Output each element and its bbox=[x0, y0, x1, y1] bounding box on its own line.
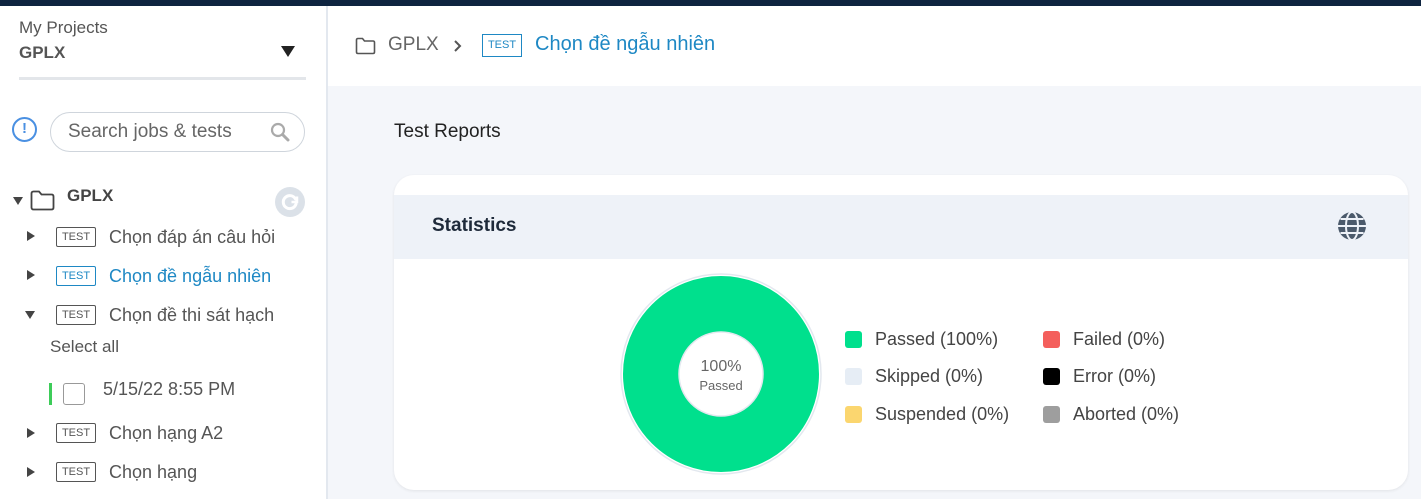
statistics-card: Statistics 100% Passed Passed (100%) Ski… bbox=[394, 175, 1408, 490]
info-icon[interactable]: ! bbox=[12, 117, 37, 142]
test-badge: TEST bbox=[56, 227, 96, 247]
refresh-icon[interactable] bbox=[275, 187, 305, 217]
legend-label: Skipped (0%) bbox=[875, 366, 984, 386]
folder-icon bbox=[30, 190, 55, 211]
chevron-right-icon bbox=[454, 40, 462, 52]
donut-center-label: Passed bbox=[699, 378, 743, 393]
tree-item-chon-hang[interactable]: Chọn hạng bbox=[109, 462, 197, 483]
card-header bbox=[394, 195, 1408, 259]
search-input[interactable] bbox=[68, 121, 268, 143]
breadcrumb-project[interactable]: GPLX bbox=[388, 34, 439, 56]
legend-label: Suspended (0%) bbox=[875, 404, 1010, 424]
project-selector-underline bbox=[19, 77, 306, 80]
legend-swatch bbox=[845, 331, 862, 348]
legend-swatch bbox=[845, 406, 862, 423]
search-box[interactable] bbox=[50, 112, 305, 152]
caret-down-icon[interactable] bbox=[281, 46, 295, 57]
tree-item-caret-down-icon[interactable] bbox=[25, 311, 35, 319]
legend-label: Failed (0%) bbox=[1073, 329, 1166, 349]
tree-item-caret-right-icon[interactable] bbox=[27, 428, 35, 438]
legend-swatch bbox=[1043, 331, 1060, 348]
legend-swatch bbox=[1043, 406, 1060, 423]
project-selector[interactable]: GPLX bbox=[19, 43, 65, 63]
tree-item-caret-right-icon[interactable] bbox=[27, 231, 35, 241]
run-checkbox[interactable] bbox=[63, 383, 85, 405]
tree-item-chon-hang-a2[interactable]: Chọn hạng A2 bbox=[109, 423, 223, 444]
legend-label: Error (0%) bbox=[1073, 366, 1157, 386]
tree-root-label[interactable]: GPLX bbox=[67, 186, 113, 206]
page-title: Test Reports bbox=[394, 121, 501, 142]
folder-icon bbox=[355, 37, 376, 55]
select-all-link[interactable]: Select all bbox=[50, 337, 119, 357]
run-date[interactable]: 5/15/22 8:55 PM bbox=[103, 379, 235, 400]
tree-item-caret-right-icon[interactable] bbox=[27, 467, 35, 477]
tree-root-caret-down-icon[interactable] bbox=[13, 197, 23, 205]
test-badge: TEST bbox=[56, 266, 96, 286]
test-badge: TEST bbox=[56, 423, 96, 443]
donut-center-value: 100% bbox=[700, 358, 742, 375]
breadcrumb-test-badge: TEST bbox=[482, 34, 522, 57]
legend-swatch bbox=[845, 368, 862, 385]
project-selector-label: My Projects bbox=[19, 18, 108, 37]
tree-item-chon-de-ngau-nhien[interactable]: Chọn đề ngẫu nhiên bbox=[109, 266, 271, 287]
legend-label: Passed (100%) bbox=[875, 329, 999, 349]
breadcrumb-test[interactable]: Chọn đề ngẫu nhiên bbox=[535, 33, 715, 56]
test-badge: TEST bbox=[56, 305, 96, 325]
globe-icon[interactable] bbox=[1336, 210, 1368, 242]
test-badge: TEST bbox=[56, 462, 96, 482]
run-status-marker bbox=[49, 383, 52, 405]
legend-swatch bbox=[1043, 368, 1060, 385]
search-icon[interactable] bbox=[270, 122, 290, 142]
tree-item-chon-dap-an-cau-hoi[interactable]: Chọn đáp án câu hỏi bbox=[109, 227, 275, 248]
card-title: Statistics bbox=[432, 215, 517, 236]
tree-item-chon-de-thi-sat-hach[interactable]: Chọn đề thi sát hạch bbox=[109, 305, 274, 326]
tree-item-caret-right-icon[interactable] bbox=[27, 270, 35, 280]
legend-label: Aborted (0%) bbox=[1073, 404, 1180, 424]
